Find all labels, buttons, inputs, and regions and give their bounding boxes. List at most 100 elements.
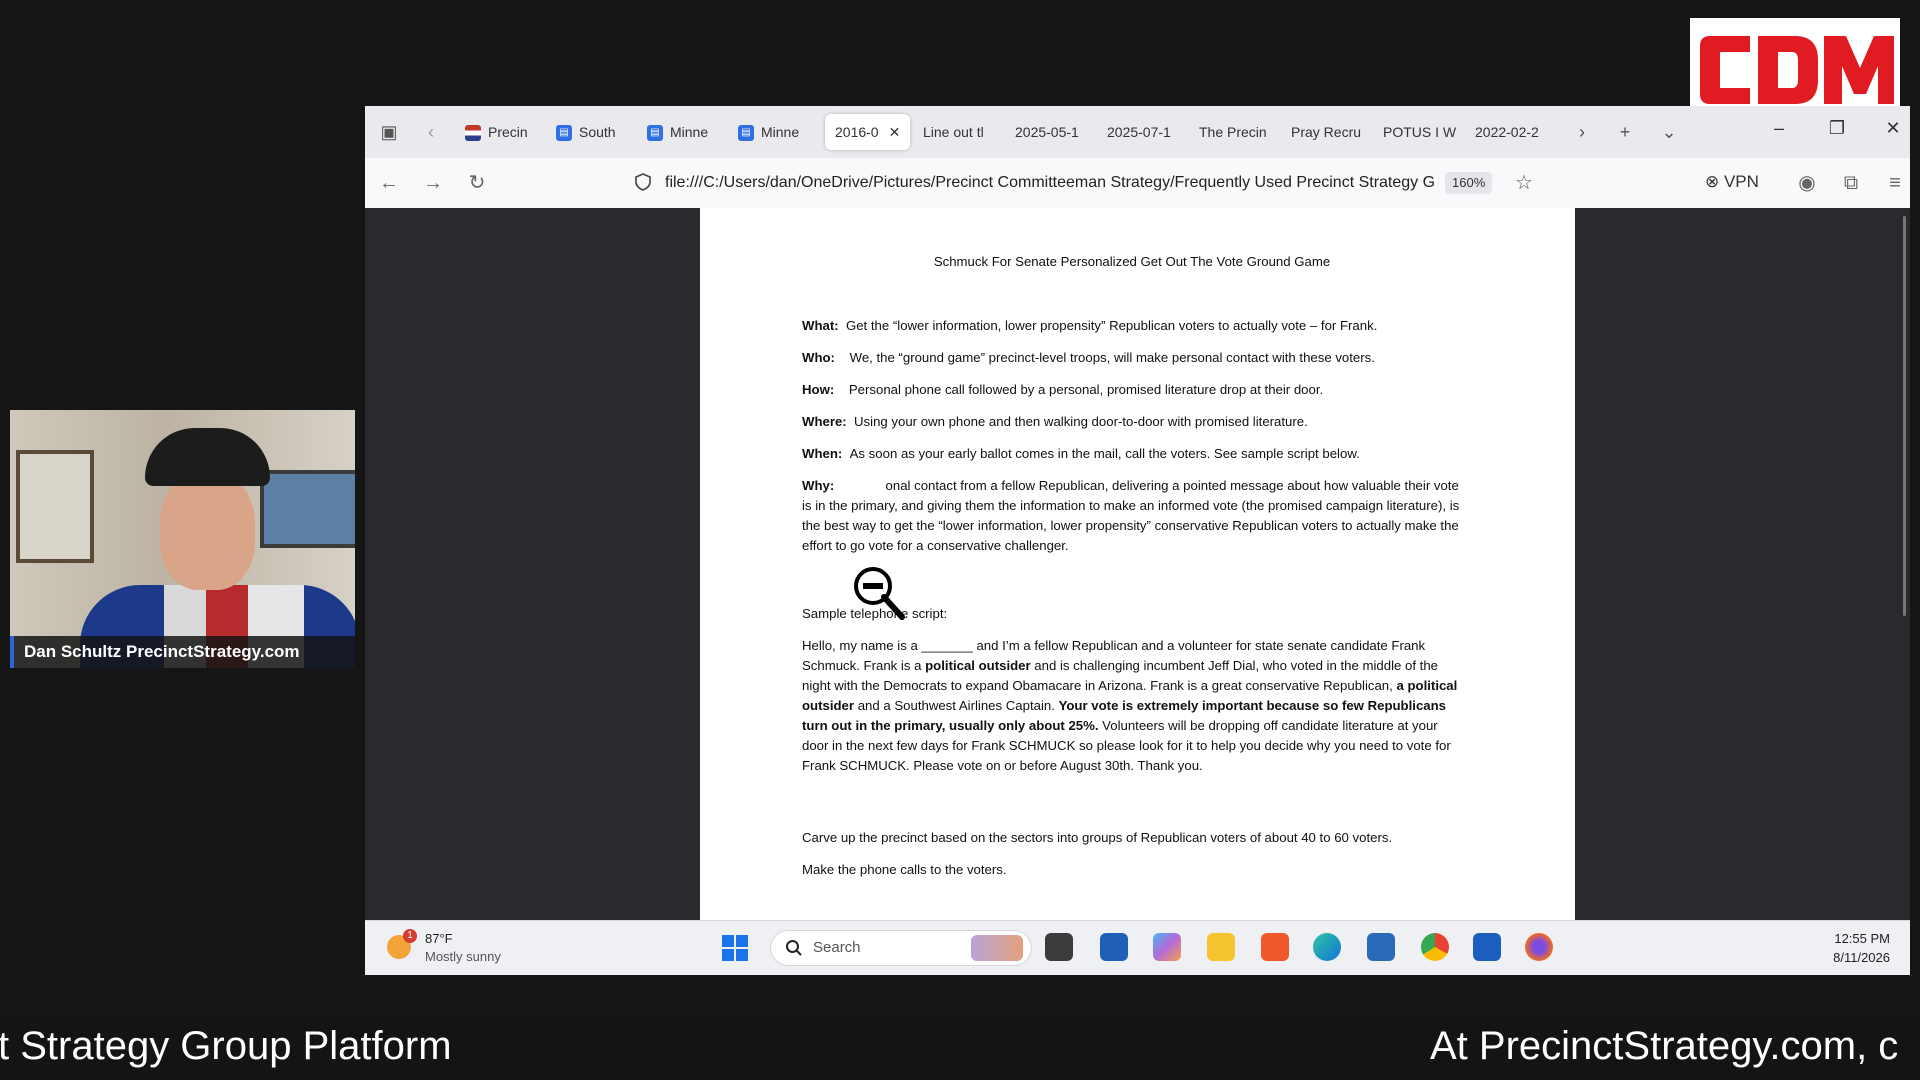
tab-11[interactable]: POTUS I W: [1383, 114, 1461, 150]
scroll-tabs-right-icon[interactable]: ›: [1570, 120, 1594, 144]
tab-8[interactable]: 2025-07-1: [1107, 114, 1185, 150]
url-text[interactable]: file:///C:/Users/dan/OneDrive/Pictures/P…: [665, 174, 1435, 192]
clock-time: 12:55 PM: [1834, 931, 1890, 946]
flag-icon: [465, 125, 481, 142]
why-label: Why:: [802, 478, 835, 493]
brave-icon[interactable]: [1261, 933, 1289, 961]
back-icon[interactable]: ←: [377, 171, 401, 195]
doc-icon: ▤: [738, 125, 754, 142]
word-icon[interactable]: [1473, 933, 1501, 961]
vpn-label: VPN: [1723, 172, 1759, 191]
tab-3[interactable]: ▤ Minne: [647, 114, 727, 150]
tab-active[interactable]: 2016-0 ✕: [825, 114, 911, 150]
when-line: When: As soon as your early ballot comes…: [802, 444, 1462, 464]
chrome-icon[interactable]: [1421, 933, 1449, 961]
notification-badge: 1: [403, 929, 417, 943]
phone-paragraph: Make the phone calls to the voters.: [802, 862, 1007, 877]
store-icon[interactable]: [1100, 933, 1128, 961]
who-text: We, the “ground game” precinct-level tro…: [849, 350, 1375, 365]
account-icon[interactable]: ◉: [1795, 171, 1819, 195]
why-paragraph: Why: onal contact from a fellow Republic…: [802, 476, 1462, 556]
task-view-icon[interactable]: [1045, 933, 1073, 961]
vpn-button[interactable]: ⊗ VPN: [1705, 172, 1759, 192]
shield-icon[interactable]: [633, 172, 653, 192]
presenter-name: Dan Schultz PrecinctStrategy.com: [24, 642, 300, 661]
windows-start-icon[interactable]: [722, 935, 748, 961]
reload-icon[interactable]: ↻: [465, 171, 489, 195]
firefox-icon[interactable]: [1525, 933, 1553, 961]
doc-icon: ▤: [556, 125, 572, 142]
where-line: Where: Using your own phone and then wal…: [802, 412, 1462, 432]
tab-10[interactable]: Pray Recru: [1291, 114, 1369, 150]
taskbar: 1 87°F Mostly sunny Search 12:55 PM 8/11…: [365, 920, 1910, 975]
restore-icon[interactable]: ❐: [1825, 118, 1849, 139]
forward-icon[interactable]: →: [421, 171, 445, 195]
bookmark-star-icon[interactable]: ☆: [1515, 170, 1533, 195]
wall-painting: [260, 470, 355, 548]
tab-7[interactable]: 2025-05-1: [1015, 114, 1093, 150]
when-label: When:: [802, 446, 843, 461]
taskbar-search[interactable]: Search: [770, 930, 1032, 966]
dell-icon[interactable]: [1367, 933, 1395, 961]
menu-icon[interactable]: ≡: [1883, 171, 1907, 195]
script-text-3: and a Southwest Airlines Captain.: [854, 698, 1059, 713]
script-paragraph: Hello, my name is a _______ and I’m a fe…: [802, 636, 1462, 776]
tab-label: The Precin: [1199, 124, 1267, 140]
how-text: Personal phone call followed by a person…: [848, 382, 1324, 397]
tab-9[interactable]: The Precin: [1199, 114, 1277, 150]
weather-temp: 87°F: [425, 931, 453, 946]
navigation-bar: ← → ↻ file:///C:/Users/dan/OneDrive/Pict…: [365, 158, 1910, 209]
search-placeholder: Search: [813, 939, 861, 956]
tab-label: 2025-07-1: [1107, 124, 1171, 140]
presenter-face: [160, 470, 255, 590]
scroll-tabs-left-icon[interactable]: ‹: [419, 120, 443, 144]
where-label: Where:: [802, 414, 847, 429]
wall-picture: [16, 450, 94, 563]
minimize-icon[interactable]: –: [1767, 118, 1791, 139]
browser-window: ▣ ‹ Precin ▤ South ▤ Minne ▤ Minne 2016-0 ✕ …: [365, 106, 1910, 975]
where-text: Using your own phone and then walking do…: [854, 414, 1308, 429]
new-tab-icon[interactable]: +: [1613, 120, 1637, 144]
vpn-icon: ⊗: [1705, 172, 1724, 191]
document-viewport[interactable]: Schmuck For Senate Personalized Get Out …: [365, 208, 1910, 920]
tab-1[interactable]: Precin: [465, 114, 545, 150]
ticker-bar: t Strategy Group Platform At PrecinctStr…: [0, 1016, 1920, 1080]
extensions-icon[interactable]: ⧉: [1839, 171, 1863, 195]
tab-label: Line out tl: [923, 124, 984, 140]
tab-label: POTUS I W: [1383, 124, 1457, 140]
tab-2[interactable]: ▤ South: [556, 114, 636, 150]
search-highlight-icon: [971, 935, 1023, 961]
how-label: How:: [802, 382, 835, 397]
doc-icon: ▤: [647, 125, 663, 142]
address-bar[interactable]: file:///C:/Users/dan/OneDrive/Pictures/P…: [625, 166, 1555, 200]
zoom-level-button[interactable]: 160%: [1445, 172, 1493, 194]
weather-desc: Mostly sunny: [425, 949, 501, 964]
tab-list-icon[interactable]: ▣: [377, 120, 401, 144]
tab-label: South: [579, 124, 616, 140]
tab-label: 2022-02-2: [1475, 124, 1539, 140]
how-line: How: Personal phone call followed by a p…: [802, 380, 1462, 400]
close-tab-icon[interactable]: ✕: [889, 124, 901, 140]
file-explorer-icon[interactable]: [1207, 933, 1235, 961]
copilot-icon[interactable]: [1153, 933, 1181, 961]
tab-4[interactable]: ▤ Minne: [738, 114, 818, 150]
tab-overflow-icon[interactable]: ⌄: [1657, 120, 1681, 144]
scrollbar[interactable]: [1903, 216, 1906, 616]
tab-bar: ▣ ‹ Precin ▤ South ▤ Minne ▤ Minne 2016-0 ✕ …: [365, 106, 1910, 158]
edge-icon[interactable]: [1313, 933, 1341, 961]
what-label: What:: [802, 318, 839, 333]
who-label: Who:: [802, 350, 835, 365]
carve-paragraph: Carve up the precinct based on the secto…: [802, 830, 1393, 845]
tab-label: 2025-05-1: [1015, 124, 1079, 140]
why-text: onal contact from a fellow Republican, d…: [802, 478, 1460, 553]
tab-label: Precin: [488, 124, 528, 140]
system-clock[interactable]: 12:55 PM 8/11/2026: [1833, 929, 1890, 967]
ticker-text-left: t Strategy Group Platform: [0, 1024, 452, 1068]
search-icon: [786, 940, 802, 956]
tab-12[interactable]: 2022-02-2: [1475, 114, 1553, 150]
script-bold-1: political outsider: [925, 658, 1031, 673]
close-window-icon[interactable]: ✕: [1881, 118, 1905, 139]
tab-label: 2016-0: [835, 124, 879, 140]
tab-label: Minne: [670, 124, 709, 140]
tab-6[interactable]: Line out tl: [923, 114, 1001, 150]
